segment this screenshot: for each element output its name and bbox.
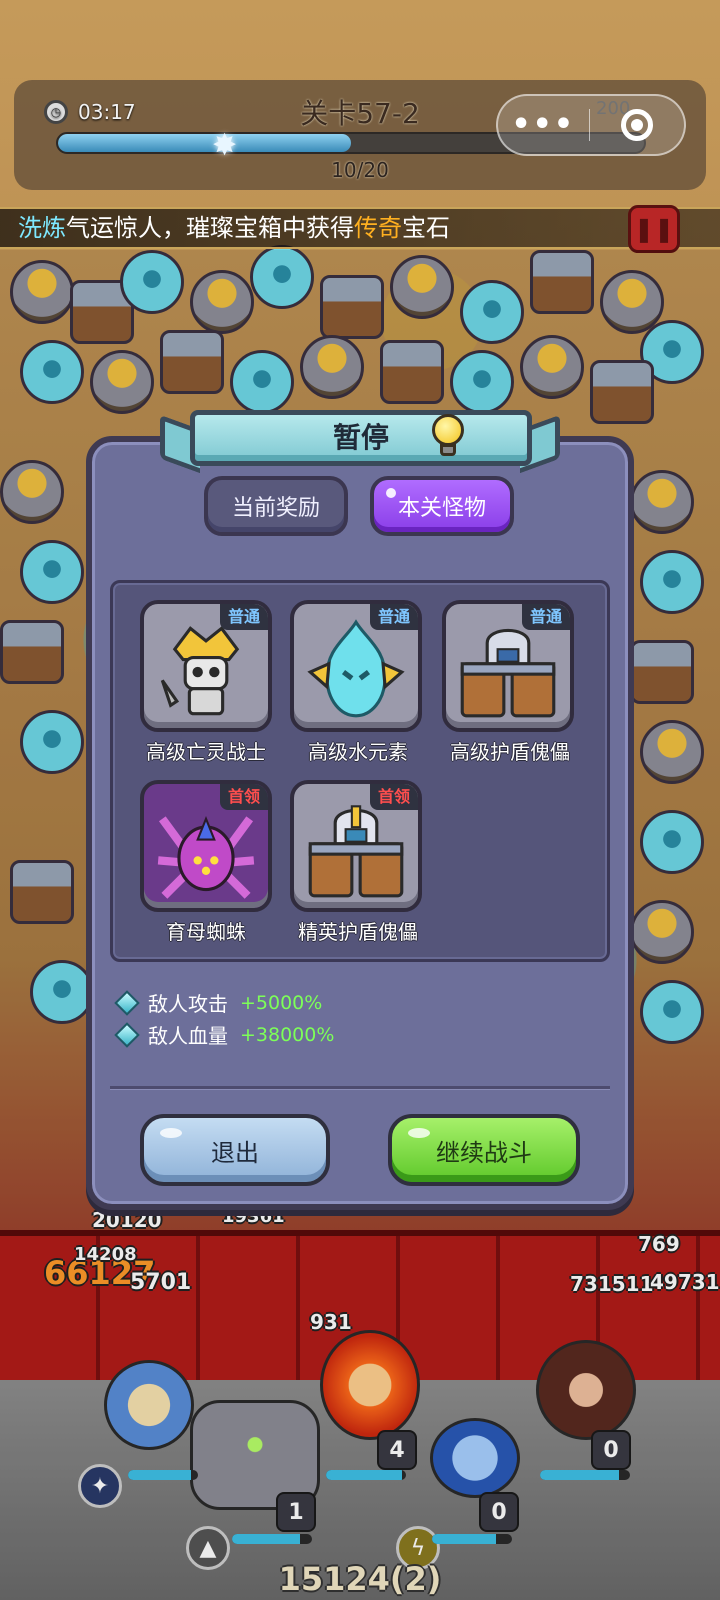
target-close-icon [620,109,653,141]
monster-name: 精英护盾傀儡 [298,920,418,944]
monster-tag: 首领 [369,784,418,810]
dialog-divider [110,1086,610,1089]
lightbulb-icon[interactable] [430,414,466,458]
elite-shield-golem-icon [308,805,404,898]
banner-text: 气运惊人，璀璨宝箱中获得 [66,214,354,242]
monster-name: 高级水元素 [308,740,408,764]
water-elemental-icon [307,619,405,718]
monster-tag: 普通 [521,604,570,630]
undead-warrior-icon [160,626,240,716]
monster-card[interactable]: 普通 [290,600,422,732]
enemy-hp-stat: 敌人血量 +38000% [114,1020,335,1049]
monster-name: 高级亡灵战士 [146,740,266,764]
dialog-title: 暂停 [332,421,389,454]
banner-highlight: 传奇 [354,214,402,242]
monster-tag: 首领 [219,784,268,810]
stat-label: 敌人血量 [148,1024,228,1048]
monster-tag: 普通 [219,604,268,630]
monster-name: 育母蜘蛛 [166,920,246,944]
close-miniprogram-button[interactable] [590,109,684,141]
enemy-attack-stat: 敌人攻击 +5000% [114,988,323,1017]
shield-golem-icon [460,629,556,718]
monster-card[interactable]: 普通 [442,600,574,732]
stat-value: +5000% [240,991,323,1014]
monster-tag: 普通 [369,604,418,630]
tab-current-rewards[interactable]: 当前奖励 [204,476,348,536]
banner-text-end: 宝石 [402,214,450,242]
stat-value: +38000% [240,1023,335,1046]
stat-label: 敌人攻击 [148,992,228,1016]
monster-card[interactable]: 普通 [140,600,272,732]
wave-progress-fill [58,134,351,152]
tab-stage-monsters[interactable]: 本关怪物 [370,476,514,536]
monster-card[interactable]: 首领 [290,780,422,912]
more-menu-button[interactable]: ••• [498,110,589,140]
monster-name: 高级护盾傀儡 [450,740,570,764]
pause-button[interactable]: ❚❚ [628,205,680,253]
wave-progress-text: 10/20 [331,158,389,182]
monster-card[interactable]: 首领 [140,780,272,912]
continue-battle-button[interactable]: 继续战斗 [388,1114,580,1186]
diamond-icon [114,1021,140,1048]
broadcast-banner: 洗炼气运惊人，璀璨宝箱中获得传奇宝石 [0,207,720,249]
exit-button[interactable]: 退出 [140,1114,330,1186]
miniprogram-capsule: ••• [496,94,686,156]
banner-prefix: 洗炼 [18,214,66,242]
brood-spider-icon [157,815,255,899]
diamond-icon [114,989,140,1016]
